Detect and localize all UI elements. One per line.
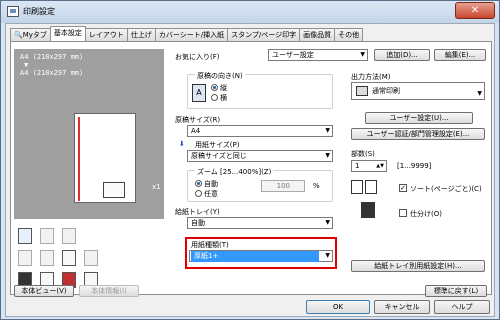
tab-my-tab[interactable]: 🔍Myタブ bbox=[10, 28, 51, 41]
print-preview: A4 (210x297 mm) ▼ A4 (210x297 mm) x1 bbox=[14, 49, 164, 219]
copies-label: 部数(S) bbox=[351, 150, 375, 158]
landscape-radio[interactable] bbox=[211, 94, 218, 101]
zoom-unit: % bbox=[313, 182, 320, 190]
zoom-manual-radio[interactable] bbox=[195, 190, 202, 197]
paper-size-label: 用紙サイズ(P) bbox=[195, 141, 240, 149]
preview-paper bbox=[74, 113, 136, 203]
preview-original-size: A4 (210x297 mm) bbox=[20, 53, 84, 61]
preview-copies: x1 bbox=[152, 183, 161, 191]
binding-edge-mark bbox=[78, 117, 80, 201]
collate-checkbox[interactable]: ✓ bbox=[399, 184, 407, 192]
help-button[interactable]: ヘルプ bbox=[434, 300, 490, 314]
portrait-radio[interactable] bbox=[211, 84, 218, 91]
paper-size-select[interactable]: 原稿サイズと同じ ▼ bbox=[187, 150, 333, 162]
collate-icon-2 bbox=[365, 180, 377, 194]
zoom-auto-label: 自動 bbox=[204, 180, 218, 188]
output-value: 通常印刷 bbox=[372, 87, 400, 95]
zoom-manual-label: 任意 bbox=[204, 190, 218, 198]
copies-input[interactable]: 1 ▲▼ bbox=[351, 160, 387, 172]
zoom-value-input[interactable]: 100 bbox=[261, 180, 305, 192]
favorites-add-button[interactable]: 追加(D)... bbox=[374, 49, 430, 61]
favorites-select[interactable]: ユーザー設定 ▼ bbox=[268, 49, 368, 61]
original-size-value: A4 bbox=[191, 127, 201, 135]
paper-type-select[interactable]: 厚紙1+ ▼ bbox=[189, 250, 333, 262]
user-auth-button[interactable]: ユーザー認証/部門管理設定(E)... bbox=[351, 128, 485, 140]
orientation-label: 原稿の向き(N) bbox=[195, 71, 245, 81]
arrow-down-icon: ⬇ bbox=[179, 140, 185, 148]
tab-image-quality[interactable]: 画像品質 bbox=[299, 28, 336, 41]
reset-defaults-button[interactable]: 標準に戻す(L) bbox=[425, 285, 487, 297]
window-title: 印刷設定 bbox=[23, 7, 55, 16]
tab-strip: 🔍Myタブ 基本設定 レイアウト 仕上げ カバーシート/挿入紙 スタンプ/ページ… bbox=[10, 26, 364, 41]
paper-size-value: 原稿サイズと同じ bbox=[191, 152, 247, 160]
duplex-icon bbox=[18, 250, 32, 266]
cancel-button[interactable]: キャンセル bbox=[374, 300, 430, 314]
favorites-label: お気に入り(F) bbox=[175, 53, 220, 61]
offset-icon bbox=[361, 202, 375, 218]
tray-value: 自動 bbox=[191, 219, 205, 227]
finisher-icon bbox=[40, 228, 54, 244]
collate-label: ソート(ページごと)(C) bbox=[410, 185, 482, 193]
paper-type-label: 用紙種類(T) bbox=[191, 241, 229, 249]
body-info-button[interactable]: 本体情報(I) bbox=[79, 285, 139, 297]
output-select[interactable]: 通常印刷 ▼ bbox=[351, 82, 485, 100]
dialog-client: 🔍Myタブ 基本設定 レイアウト 仕上げ カバーシート/挿入紙 スタンプ/ページ… bbox=[5, 23, 495, 317]
preview-paper-size: A4 (210x297 mm) bbox=[20, 69, 84, 77]
body-view-button[interactable]: 本体ビュー(V) bbox=[14, 285, 74, 297]
offset-checkbox[interactable] bbox=[399, 209, 407, 217]
tab-cover-sheet[interactable]: カバーシート/挿入紙 bbox=[154, 28, 229, 41]
collate-icon-1 bbox=[351, 180, 363, 194]
tray-label: 給紙トレイ(Y) bbox=[175, 208, 220, 216]
tab-finishing[interactable]: 仕上げ bbox=[126, 28, 156, 41]
tab-label: Myタブ bbox=[22, 31, 47, 39]
user-settings-button[interactable]: ユーザー設定(U)... bbox=[365, 112, 473, 124]
chevron-down-icon: ▼ bbox=[325, 219, 330, 226]
down-arrow-icon: ▼ bbox=[24, 61, 29, 69]
tray-icon bbox=[18, 228, 32, 244]
chevron-down-icon: ▼ bbox=[360, 51, 365, 58]
offset-label: 仕分け(O) bbox=[410, 210, 442, 218]
orientation-preview-icon: A bbox=[192, 84, 206, 102]
print-method-icon bbox=[356, 86, 368, 96]
favorites-value: ユーザー設定 bbox=[272, 51, 314, 59]
zoom-auto-radio[interactable] bbox=[195, 180, 202, 187]
chevron-down-icon: ▼ bbox=[325, 127, 330, 134]
title-bar[interactable]: 印刷設定 ✕ bbox=[1, 1, 499, 23]
original-size-select[interactable]: A4 ▼ bbox=[187, 125, 333, 137]
document-a-icon bbox=[62, 250, 76, 266]
search-icon: 🔍 bbox=[14, 31, 23, 39]
portrait-label: 縦 bbox=[220, 84, 227, 92]
chevron-down-icon: ▼ bbox=[325, 152, 330, 159]
spinner-icon[interactable]: ▲▼ bbox=[376, 161, 384, 171]
tab-basic[interactable]: 基本設定 bbox=[49, 26, 86, 41]
basic-settings-panel: A4 (210x297 mm) ▼ A4 (210x297 mm) x1 本体ビ… bbox=[10, 41, 492, 297]
staple-icon bbox=[62, 228, 76, 244]
tab-stamp[interactable]: スタンプ/ページ印字 bbox=[227, 28, 301, 41]
close-button[interactable]: ✕ bbox=[455, 2, 495, 19]
copies-range: [1...9999] bbox=[397, 162, 432, 170]
printer-icon bbox=[7, 6, 19, 17]
tray-paper-settings-button[interactable]: 給紙トレイ別用紙設定(H)... bbox=[351, 260, 485, 272]
page-curl-icon bbox=[103, 182, 125, 198]
original-size-label: 原稿サイズ(R) bbox=[175, 116, 221, 124]
copies-value: 1 bbox=[355, 162, 360, 170]
chevron-down-icon: ▼ bbox=[325, 252, 330, 259]
landscape-label: 横 bbox=[220, 94, 227, 102]
booklet-icon bbox=[84, 250, 98, 266]
tab-layout[interactable]: レイアウト bbox=[84, 28, 128, 41]
zoom-label: ズーム [25...400%](Z) bbox=[195, 167, 274, 177]
tray-select[interactable]: 自動 ▼ bbox=[187, 217, 333, 229]
favorites-edit-button[interactable]: 編集(E)... bbox=[434, 49, 486, 61]
output-label: 出力方法(M) bbox=[351, 73, 391, 81]
punch-icon bbox=[40, 250, 54, 266]
chevron-down-icon: ▼ bbox=[477, 90, 482, 97]
tab-other[interactable]: その他 bbox=[334, 28, 364, 41]
ok-button[interactable]: OK bbox=[306, 300, 370, 314]
print-settings-window: 印刷設定 ✕ 🔍Myタブ 基本設定 レイアウト 仕上げ カバーシート/挿入紙 ス… bbox=[0, 0, 500, 320]
paper-type-value: 厚紙1+ bbox=[191, 251, 319, 262]
